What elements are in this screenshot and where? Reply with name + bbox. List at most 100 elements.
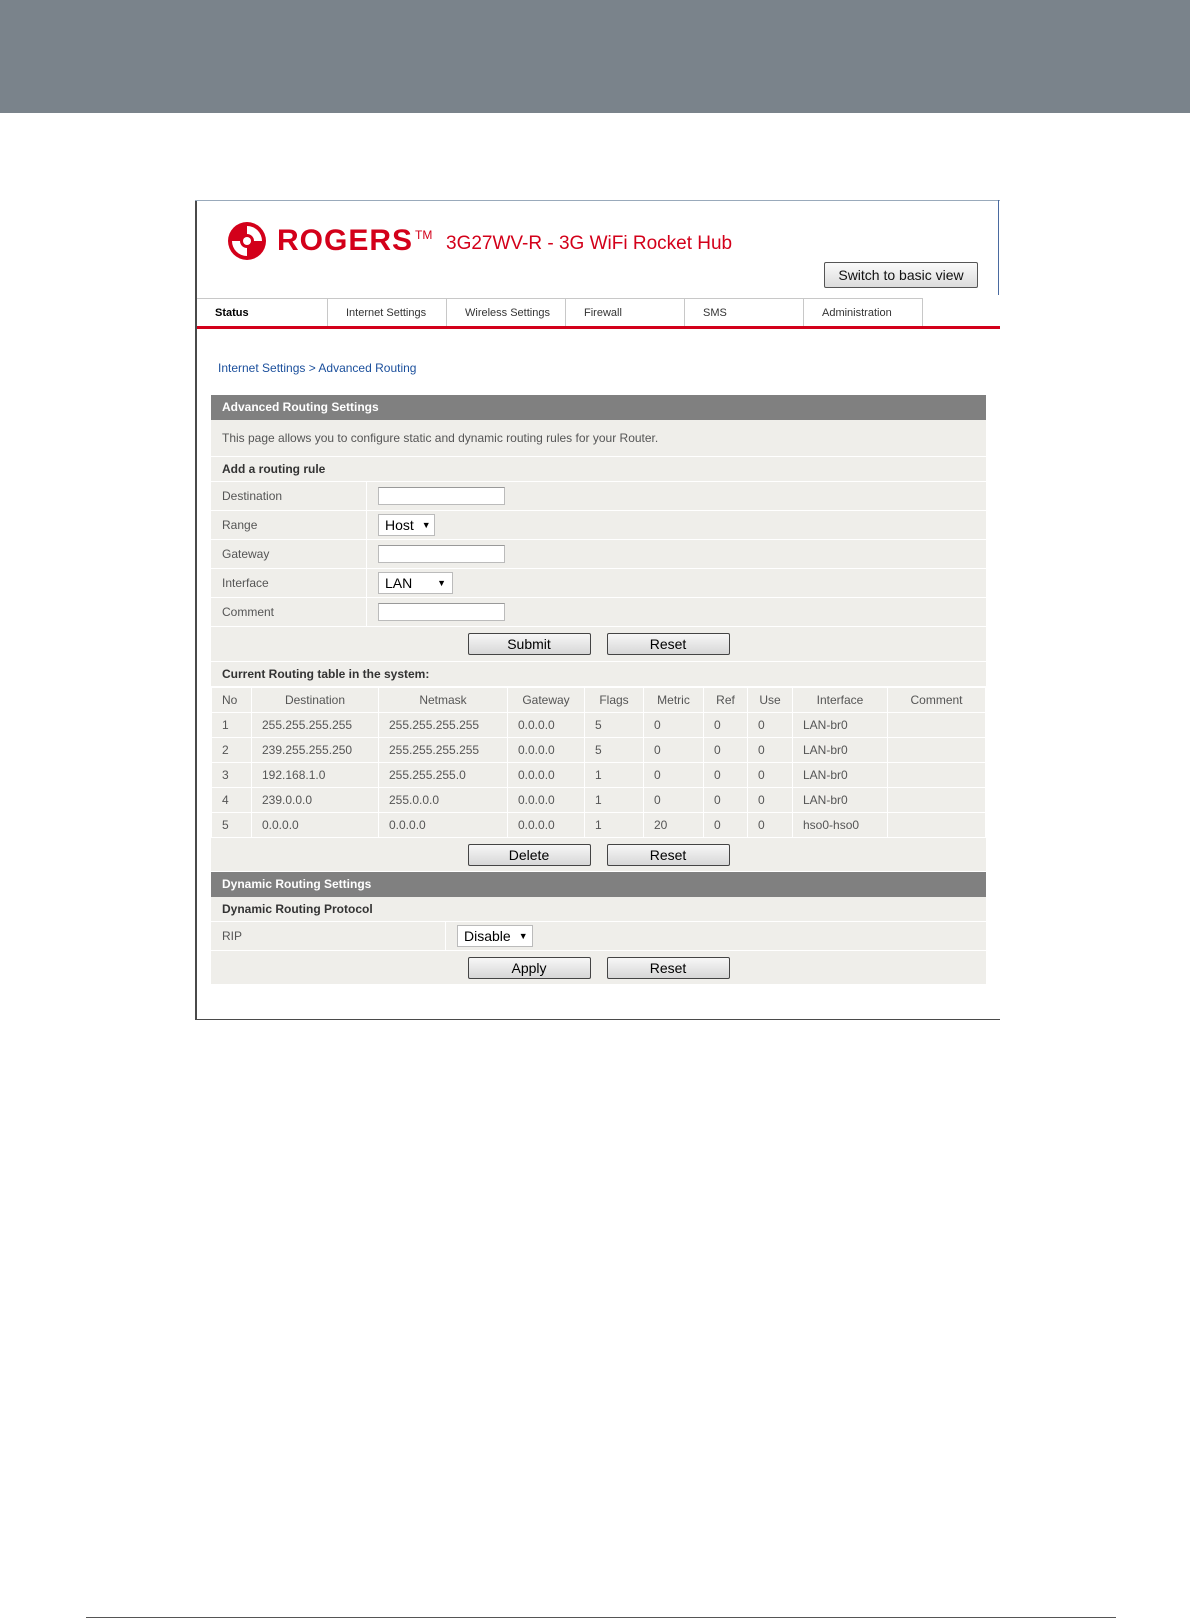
routing-table-actions: Delete Reset [211,838,986,872]
main-nav-tabs: Status Internet Settings Wireless Settin… [197,298,923,328]
cell-interface: LAN-br0 [792,737,888,763]
cell-use: 0 [747,762,793,788]
apply-button[interactable]: Apply [467,956,591,979]
range-select[interactable]: Host ▼ [378,514,435,536]
cell-metric: 20 [643,812,704,838]
nav-underline [197,326,1000,329]
table-row: 5 0.0.0.0 0.0.0.0 0.0.0.0 1 20 0 0 hso0-hso0 [211,812,986,838]
cell-ref: 0 [703,762,748,788]
cell-destination: 239.0.0.0 [251,787,379,813]
switch-basic-view-button[interactable]: Switch to basic view [824,262,978,288]
cell-ref: 0 [703,737,748,763]
dynamic-protocol-heading: Dynamic Routing Protocol [211,897,986,922]
col-gateway: Gateway [507,687,585,713]
cell-ref: 0 [703,712,748,738]
table-row: 4 239.0.0.0 255.0.0.0 0.0.0.0 1 0 0 0 LAN-br0 [211,787,986,813]
cell-use: 0 [747,812,793,838]
cell-ref: 0 [703,812,748,838]
tab-firewall[interactable]: Firewall [566,298,685,328]
cell-metric: 0 [643,762,704,788]
tab-administration[interactable]: Administration [804,298,923,328]
rogers-logo-icon [228,222,266,260]
cell-interface: LAN-br0 [792,762,888,788]
cell-use: 0 [747,787,793,813]
tab-sms[interactable]: SMS [685,298,804,328]
range-label: Range [211,511,367,539]
reset-dynamic-button[interactable]: Reset [606,956,730,979]
reset-rule-button[interactable]: Reset [606,633,730,655]
rogers-logo: ROGERS TM [227,220,432,262]
rip-select-value: Disable [464,928,511,944]
breadcrumb: Internet Settings > Advanced Routing [218,361,417,375]
product-title: 3G27WV-R - 3G WiFi Rocket Hub [446,233,733,254]
cell-no: 3 [211,762,252,788]
cell-netmask: 255.255.255.0 [378,762,508,788]
trademark-mark: TM [415,228,433,242]
add-rule-actions: Submit Reset [211,627,986,662]
cell-metric: 0 [643,737,704,763]
cell-netmask: 255.0.0.0 [378,787,508,813]
cell-netmask: 255.255.255.255 [378,712,508,738]
table-row: 1 255.255.255.255 255.255.255.255 0.0.0.0 5 0… [211,712,986,738]
col-flags: Flags [584,687,644,713]
frame-right-border [998,200,999,295]
routing-table-header-row: No Destination Netmask Gateway Flags Met… [211,687,986,713]
col-use: Use [747,687,793,713]
comment-row: Comment [211,598,986,627]
advanced-routing-description: This page allows you to configure static… [211,420,986,457]
tab-wireless-settings[interactable]: Wireless Settings [447,298,566,328]
top-banner [0,0,1190,113]
gateway-label: Gateway [211,540,367,568]
col-no: No [211,687,252,713]
cell-flags: 1 [584,762,644,788]
table-row: 2 239.255.255.250 255.255.255.255 0.0.0.0 5 0… [211,737,986,763]
interface-row: Interface LAN ▼ [211,569,986,598]
gateway-input[interactable] [378,545,505,563]
destination-input[interactable] [378,487,505,505]
interface-select[interactable]: LAN ▼ [378,572,453,594]
add-rule-heading: Add a routing rule [211,457,986,482]
tab-status[interactable]: Status [197,298,328,328]
col-destination: Destination [251,687,379,713]
reset-table-button[interactable]: Reset [606,843,730,866]
cell-gateway: 0.0.0.0 [507,787,585,813]
cell-flags: 1 [584,787,644,813]
chevron-down-icon: ▼ [421,520,431,530]
table-row: 3 192.168.1.0 255.255.255.0 0.0.0.0 1 0 0 0 LAN-… [211,762,986,788]
cell-destination: 0.0.0.0 [251,812,379,838]
cell-no: 2 [211,737,252,763]
cell-no: 5 [211,812,252,838]
tab-internet-settings[interactable]: Internet Settings [328,298,447,328]
cell-netmask: 0.0.0.0 [378,812,508,838]
dynamic-routing-header: Dynamic Routing Settings [211,872,986,897]
cell-use: 0 [747,737,793,763]
cell-flags: 5 [584,712,644,738]
cell-destination: 255.255.255.255 [251,712,379,738]
cell-ref: 0 [703,787,748,813]
col-ref: Ref [703,687,748,713]
cell-flags: 1 [584,812,644,838]
cell-gateway: 0.0.0.0 [507,712,585,738]
dynamic-routing-actions: Apply Reset [211,951,986,985]
comment-label: Comment [211,598,367,626]
delete-button[interactable]: Delete [467,843,591,866]
gateway-row: Gateway [211,540,986,569]
destination-row: Destination [211,482,986,511]
cell-gateway: 0.0.0.0 [507,737,585,763]
rip-select[interactable]: Disable ▼ [457,925,533,947]
advanced-routing-panel: Advanced Routing Settings This page allo… [211,395,986,985]
cell-destination: 239.255.255.250 [251,737,379,763]
col-comment: Comment [887,687,986,713]
rip-row: RIP Disable ▼ [211,922,986,951]
cell-comment [887,712,986,738]
submit-button[interactable]: Submit [467,633,591,655]
advanced-routing-header: Advanced Routing Settings [211,395,986,420]
routing-table-body: 1 255.255.255.255 255.255.255.255 0.0.0.0 5 0… [211,712,986,838]
rip-label: RIP [211,922,446,950]
frame-top-border [195,200,1000,201]
page-footer-rule [86,1617,1116,1618]
interface-label: Interface [211,569,367,597]
cell-gateway: 0.0.0.0 [507,762,585,788]
comment-input[interactable] [378,603,505,621]
cell-no: 1 [211,712,252,738]
